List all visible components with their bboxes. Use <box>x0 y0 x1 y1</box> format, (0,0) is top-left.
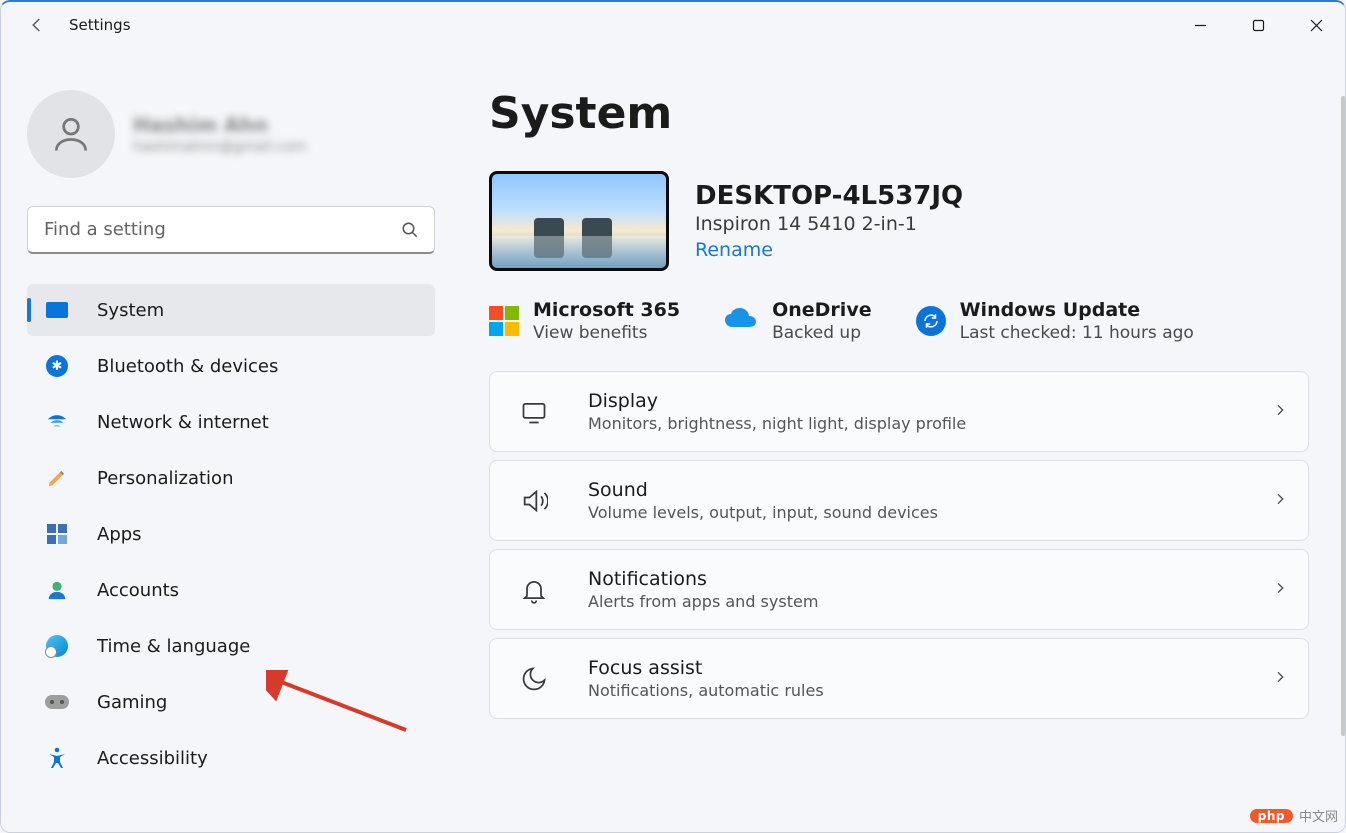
nav-network[interactable]: Network & internet <box>27 396 435 448</box>
nav-label: Apps <box>97 524 142 545</box>
device-preview[interactable] <box>489 171 669 271</box>
status-onedrive[interactable]: OneDriveBacked up <box>724 299 872 343</box>
card-title: Display <box>588 390 1242 412</box>
close-button[interactable] <box>1287 2 1345 48</box>
globe-clock-icon <box>45 634 69 658</box>
nav-label: Time & language <box>97 636 250 657</box>
watermark: php 中文网 <box>1250 806 1338 825</box>
page-title: System <box>489 88 1309 139</box>
nav-gaming[interactable]: Gaming <box>27 676 435 728</box>
main-content: System DESKTOP-4L537JQ Inspiron 14 5410 … <box>461 48 1345 832</box>
nav-accounts[interactable]: Accounts <box>27 564 435 616</box>
status-sub: Backed up <box>772 323 872 343</box>
person-icon <box>49 112 93 156</box>
chevron-right-icon <box>1272 402 1288 422</box>
wifi-icon <box>45 410 69 434</box>
search-icon <box>401 221 419 239</box>
account-icon <box>45 578 69 602</box>
arrow-left-icon <box>28 16 46 34</box>
monitor-icon <box>45 298 69 322</box>
search-wrap <box>27 206 435 254</box>
minimize-button[interactable] <box>1171 2 1229 48</box>
user-account-row[interactable]: Hashim Ahn hashimahnn@gmail.com <box>27 90 435 178</box>
paintbrush-icon <box>45 466 69 490</box>
nav-apps[interactable]: Apps <box>27 508 435 560</box>
nav: System ✱ Bluetooth & devices Network & i… <box>27 284 435 784</box>
nav-time-language[interactable]: Time & language <box>27 620 435 672</box>
user-name: Hashim Ahn <box>133 113 307 137</box>
card-title: Focus assist <box>588 657 1242 679</box>
card-title: Notifications <box>588 568 1242 590</box>
nav-label: Accessibility <box>97 748 208 769</box>
nav-bluetooth[interactable]: ✱ Bluetooth & devices <box>27 340 435 392</box>
status-title: Windows Update <box>960 299 1194 321</box>
user-email: hashimahnn@gmail.com <box>133 139 307 155</box>
accessibility-icon <box>45 746 69 770</box>
display-icon <box>510 398 558 426</box>
settings-cards: Display Monitors, brightness, night light… <box>489 371 1309 719</box>
update-icon <box>916 306 946 336</box>
chevron-right-icon <box>1272 669 1288 689</box>
card-desc: Monitors, brightness, night light, displ… <box>588 414 1242 433</box>
bluetooth-icon: ✱ <box>45 354 69 378</box>
card-desc: Alerts from apps and system <box>588 592 1242 611</box>
app-title: Settings <box>69 16 131 34</box>
sound-icon <box>510 487 558 515</box>
nav-label: System <box>97 300 164 321</box>
card-desc: Volume levels, output, input, sound devi… <box>588 503 1242 522</box>
maximize-icon <box>1252 19 1265 32</box>
bell-icon <box>510 576 558 604</box>
nav-label: Personalization <box>97 468 233 489</box>
maximize-button[interactable] <box>1229 2 1287 48</box>
back-button[interactable] <box>17 5 57 45</box>
close-icon <box>1310 19 1323 32</box>
nav-label: Network & internet <box>97 412 269 433</box>
nav-label: Bluetooth & devices <box>97 356 278 377</box>
nav-label: Accounts <box>97 580 179 601</box>
chevron-right-icon <box>1272 580 1288 600</box>
gamepad-icon <box>45 690 69 714</box>
card-focus-assist[interactable]: Focus assist Notifications, automatic rul… <box>489 638 1309 719</box>
chevron-right-icon <box>1272 491 1288 511</box>
microsoft-logo-icon <box>489 306 519 336</box>
onedrive-icon <box>724 307 758 335</box>
moon-icon <box>510 665 558 693</box>
titlebar: Settings <box>1 2 1345 48</box>
status-sub: View benefits <box>533 323 680 343</box>
search-input[interactable] <box>27 206 435 254</box>
minimize-icon <box>1194 19 1207 32</box>
window-controls <box>1171 2 1345 48</box>
device-name: DESKTOP-4L537JQ <box>695 181 963 211</box>
card-title: Sound <box>588 479 1242 501</box>
status-sub: Last checked: 11 hours ago <box>960 323 1194 343</box>
card-display[interactable]: Display Monitors, brightness, night light… <box>489 371 1309 452</box>
apps-icon <box>45 522 69 546</box>
card-sound[interactable]: Sound Volume levels, output, input, sound… <box>489 460 1309 541</box>
nav-system[interactable]: System <box>27 284 435 336</box>
watermark-text: 中文网 <box>1299 806 1338 825</box>
sidebar: Hashim Ahn hashimahnn@gmail.com System ✱… <box>1 48 461 832</box>
card-notifications[interactable]: Notifications Alerts from apps and system <box>489 549 1309 630</box>
nav-accessibility[interactable]: Accessibility <box>27 732 435 784</box>
nav-label: Gaming <box>97 692 167 713</box>
scrollbar[interactable] <box>1341 96 1345 736</box>
status-microsoft-365[interactable]: Microsoft 365View benefits <box>489 299 680 343</box>
nav-personalization[interactable]: Personalization <box>27 452 435 504</box>
status-title: Microsoft 365 <box>533 299 680 321</box>
rename-link[interactable]: Rename <box>695 239 773 261</box>
watermark-badge: php <box>1250 809 1293 823</box>
card-desc: Notifications, automatic rules <box>588 681 1242 700</box>
avatar <box>27 90 115 178</box>
status-row: Microsoft 365View benefits OneDriveBacke… <box>489 299 1309 343</box>
device-row: DESKTOP-4L537JQ Inspiron 14 5410 2-in-1 … <box>489 171 1309 271</box>
status-windows-update[interactable]: Windows UpdateLast checked: 11 hours ago <box>916 299 1194 343</box>
status-title: OneDrive <box>772 299 872 321</box>
device-model: Inspiron 14 5410 2-in-1 <box>695 213 963 235</box>
